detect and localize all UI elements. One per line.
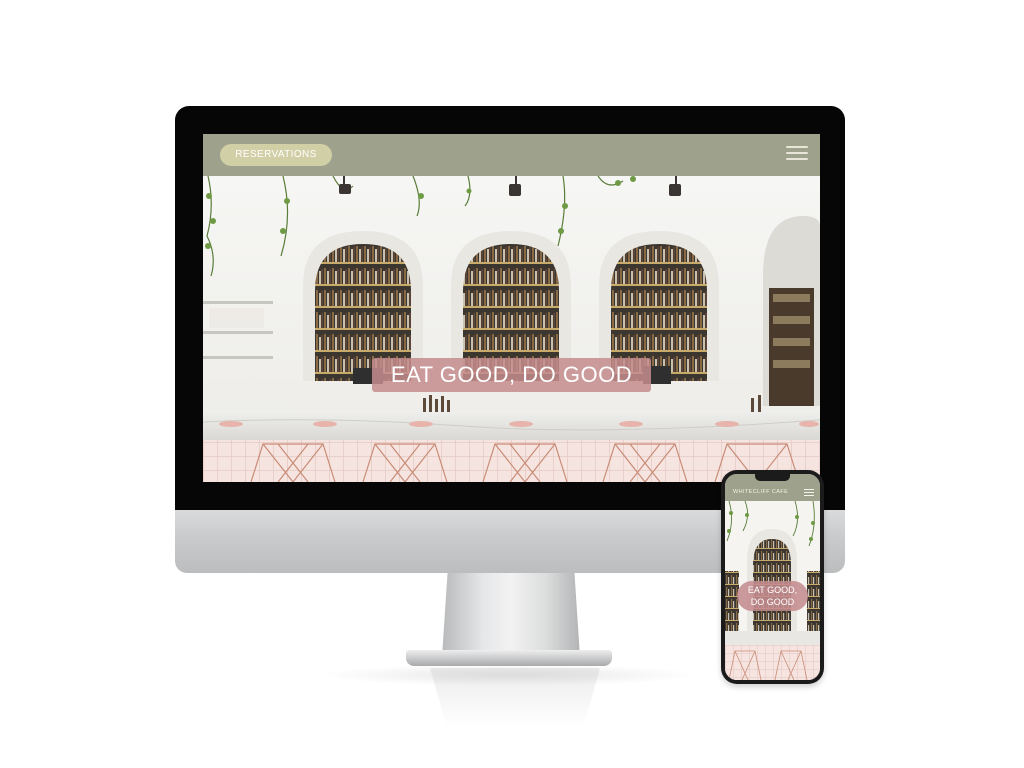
hero-tagline: EAT GOOD, DO GOOD [372,358,651,392]
device-mockup-scene: RESERVATIONS EAT GOOD, DO GOOD WHITECLIF… [0,0,1024,768]
reservations-button[interactable]: RESERVATIONS [220,144,332,166]
mobile-hero-tagline: EAT GOOD, DO GOOD [737,581,808,611]
mobile-tagline-line2: DO GOOD [750,597,795,607]
hero-image: EAT GOOD, DO GOOD [203,176,820,482]
hamburger-icon[interactable] [786,146,808,164]
stand-reflection [430,668,600,728]
monitor-stand-neck [442,573,580,657]
site-header: RESERVATIONS [203,134,820,176]
mobile-site-header: WHITECLIFF CAFE [725,474,820,501]
mobile-tagline-line1: EAT GOOD, [747,585,798,595]
mobile-screen: WHITECLIFF CAFE EAT GOOD, DO GOOD [725,474,820,680]
hamburger-icon[interactable] [804,489,814,497]
mobile-hero-image: EAT GOOD, DO GOOD [725,501,820,680]
bar-interior-illustration [203,176,820,482]
mobile-brand-name[interactable]: WHITECLIFF CAFE [733,489,788,495]
arch-far-right [763,216,820,406]
phone-notch [755,474,790,481]
mobile-phone: WHITECLIFF CAFE EAT GOOD, DO GOOD [721,470,824,684]
desktop-screen: RESERVATIONS EAT GOOD, DO GOOD [203,134,820,482]
monitor-stand-base [406,650,612,666]
